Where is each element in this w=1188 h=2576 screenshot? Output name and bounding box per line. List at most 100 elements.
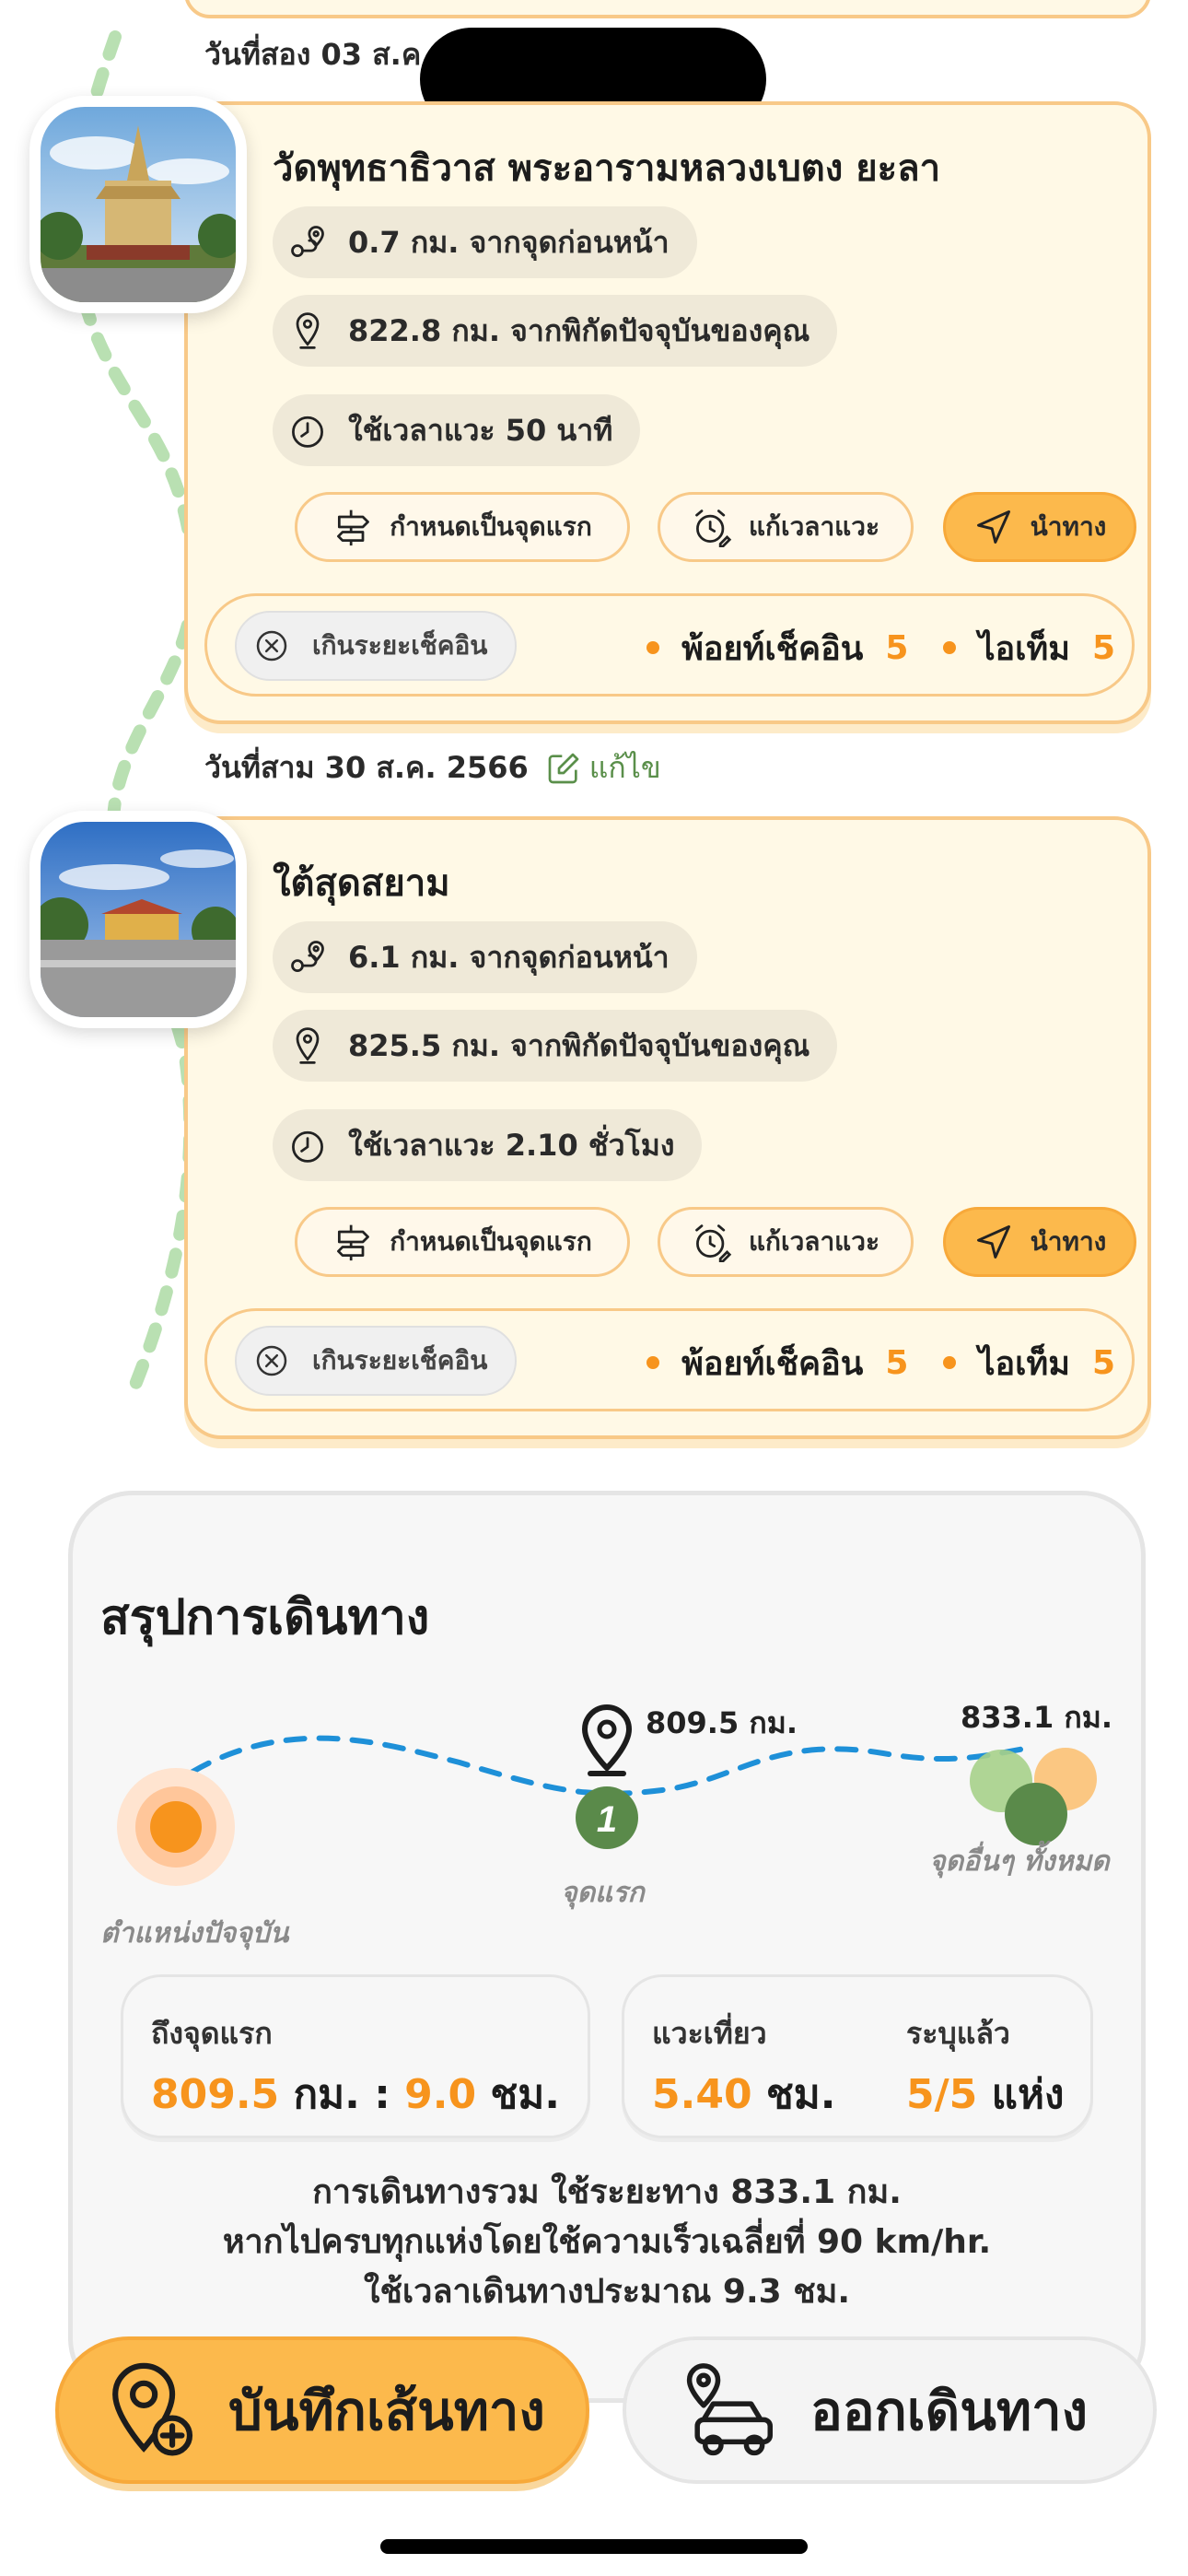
close-circle-icon (256, 1345, 287, 1376)
stat-unit: แห่ง (991, 2071, 1065, 2118)
alarm-edit-icon (695, 509, 732, 547)
checkin-out-of-range-badge: เกินระยะเช็คอิน (235, 611, 518, 681)
edit-label: แก้ไข (588, 750, 661, 785)
signpost-icon (337, 509, 370, 546)
home-indicator (380, 2539, 808, 2554)
current-location-label: ตำแหน่งปัจจุบัน (100, 1917, 289, 1950)
close-circle-icon (256, 630, 287, 662)
button-label: แก้เวลาแวะ (749, 1226, 879, 1257)
items-value: 5 (1091, 1343, 1115, 1382)
distance-text: 822.8 กม. จากพิกัดปัจจุบันของคุณ (348, 312, 810, 348)
button-label: กำหนดเป็นจุดแรก (390, 511, 592, 542)
stat-distance: 809.5 กม. : (151, 2062, 390, 2126)
distance-text: 0.7 กม. จากจุดก่อนหน้า (348, 224, 670, 260)
route-pin-icon (291, 226, 324, 258)
total-distance-text: การเดินทางรวม ใช้ระยะทาง 833.1 กม. (312, 2173, 902, 2211)
stop-title: ใต้สุดสยาม (273, 862, 450, 905)
timer-icon (292, 1130, 323, 1163)
bullet-dot (943, 641, 957, 654)
stat-time: 9.0 ชม. (404, 2062, 560, 2126)
save-route-button[interactable]: บันทึกเส้นทาง (55, 2336, 589, 2484)
stat-label: ระบุแล้ว (906, 2016, 1010, 2051)
other-stops-label: จุดอื่นๆ ทั้งหมด (929, 1845, 1110, 1878)
first-stop-label: จุดแรก (561, 1877, 645, 1909)
navigate-button[interactable]: นำทาง (943, 1207, 1136, 1277)
bullet-dot (646, 641, 660, 654)
stay-time: ใช้เวลาแวะ 50 นาที (273, 394, 641, 466)
location-pin-icon (296, 1027, 320, 1064)
edit-time-button[interactable]: แก้เวลาแวะ (658, 1207, 914, 1277)
stat-specified: 5/5 แห่ง (906, 2062, 1065, 2126)
points-value: 5 (885, 628, 909, 667)
day-header: วันที่สาม 30 ส.ค. 2566 แก้ไข (204, 744, 661, 791)
distance-text: 6.1 กม. จากจุดก่อนหน้า (348, 939, 670, 975)
items-value: 5 (1091, 628, 1115, 667)
checkin-status-row: เกินระยะเช็คอิน พ้อยท์เช็คอิน 5 ไอเท็ม 5 (204, 593, 1135, 697)
stat-unit: ชม. (765, 2071, 836, 2118)
day-label: วันที่สอง 03 ส.ค. (204, 37, 433, 72)
route-pin-icon (291, 941, 324, 973)
checkin-status-row: เกินระยะเช็คอิน พ้อยท์เช็คอิน 5 ไอเท็ม 5 (204, 1308, 1135, 1411)
trip-summary-panel: สรุปการเดินทาง 1 809.5 กม. 833.1 กม. ตำแ… (68, 1491, 1146, 2403)
others-distance: 833.1 กม. (961, 1700, 1112, 1735)
distance-text: 825.5 กม. จากพิกัดปัจจุบันของคุณ (348, 1027, 810, 1063)
stay-time: ใช้เวลาแวะ 2.10 ชั่วโมง (273, 1109, 703, 1181)
items-label: ไอเท็ม (978, 1344, 1070, 1383)
stat-label: ถึงจุดแรก (151, 2016, 273, 2051)
stat-stopover: 5.40 ชม. (652, 2062, 835, 2126)
checkin-out-of-range-badge: เกินระยะเช็คอิน (235, 1326, 518, 1396)
total-time-text: ใช้เวลาเดินทางประมาณ 9.3 ชม. (363, 2273, 851, 2311)
stat-number: 809.5 (151, 2071, 280, 2118)
edit-time-button[interactable]: แก้เวลาแวะ (658, 492, 914, 562)
temple-photo (41, 107, 236, 302)
button-label: นำทาง (1030, 1226, 1107, 1257)
stop-title: วัดพุทธาธิวาส พระอารามหลวงเบตง ยะลา (273, 147, 941, 190)
first-distance: 809.5 กม. (646, 1705, 798, 1740)
location-pin-icon (296, 312, 320, 349)
stay-time-text: ใช้เวลาแวะ 2.10 ชั่วโมง (348, 1127, 675, 1163)
average-speed-text: หากไปครบทุกแห่งโดยใช้ความเร็วเฉลี่ยที่ 9… (222, 2223, 992, 2261)
exceed-label: เกินระยะเช็คอิน (312, 1345, 488, 1376)
bullet-dot (646, 1356, 660, 1369)
navigation-arrow-icon (976, 1225, 1010, 1259)
edit-icon (548, 753, 579, 783)
stat-number: 9.0 (404, 2071, 477, 2118)
previous-card-edge (184, 0, 1151, 18)
stay-time-text: ใช้เวลาแวะ 50 นาที (348, 412, 613, 448)
set-first-button[interactable]: กำหนดเป็นจุดแรก (295, 1207, 630, 1277)
stat-label: แวะเที่ยว (652, 2016, 767, 2051)
stat-unit: กม. : (293, 2071, 390, 2118)
stop-thumbnail[interactable] (29, 811, 247, 1028)
alarm-edit-icon (695, 1224, 732, 1262)
button-label: นำทาง (1030, 511, 1107, 542)
navigation-arrow-icon (976, 510, 1010, 544)
stat-number: 5.40 (652, 2071, 752, 2118)
timer-icon (292, 416, 323, 448)
rewards: พ้อยท์เช็คอิน 5 ไอเท็ม 5 (646, 1311, 1115, 1414)
button-label: แก้เวลาแวะ (749, 511, 879, 542)
navigate-button[interactable]: นำทาง (943, 492, 1136, 562)
items-label: ไอเท็ม (978, 629, 1070, 668)
add-location-icon (112, 2362, 193, 2456)
points-label: พ้อยท์เช็คอิน (681, 1344, 864, 1383)
points-value: 5 (885, 1343, 909, 1382)
signpost-icon (337, 1224, 370, 1261)
button-label: บันทึกเส้นทาง (228, 2379, 545, 2442)
distance-from-current: 822.8 กม. จากพิกัดปัจจุบันของคุณ (273, 295, 838, 367)
bullet-dot (943, 1356, 957, 1369)
stop-thumbnail[interactable] (29, 96, 247, 313)
distance-from-previous: 6.1 กม. จากจุดก่อนหน้า (273, 921, 697, 993)
depart-button[interactable]: ออกเดินทาง (623, 2336, 1157, 2484)
to-first-stat: ถึงจุดแรก 809.5 กม. : 9.0 ชม. (121, 1974, 590, 2138)
landmark-photo (41, 822, 236, 1017)
exceed-label: เกินระยะเช็คอิน (312, 630, 488, 661)
stat-number: 5/5 (906, 2071, 978, 2118)
edit-day-link[interactable]: แก้ไข (545, 744, 661, 791)
first-stop-marker: 1 (597, 1799, 617, 1840)
car-location-icon (686, 2363, 773, 2456)
summary-title-text: สรุปการเดินทาง (100, 1590, 430, 1645)
button-label: ออกเดินทาง (810, 2379, 1089, 2442)
distance-from-previous: 0.7 กม. จากจุดก่อนหน้า (273, 206, 697, 278)
stop-card: ใต้สุดสยาม 6.1 กม. จากจุดก่อนหน้า 825.5 … (184, 816, 1151, 1439)
set-first-button[interactable]: กำหนดเป็นจุดแรก (295, 492, 630, 562)
